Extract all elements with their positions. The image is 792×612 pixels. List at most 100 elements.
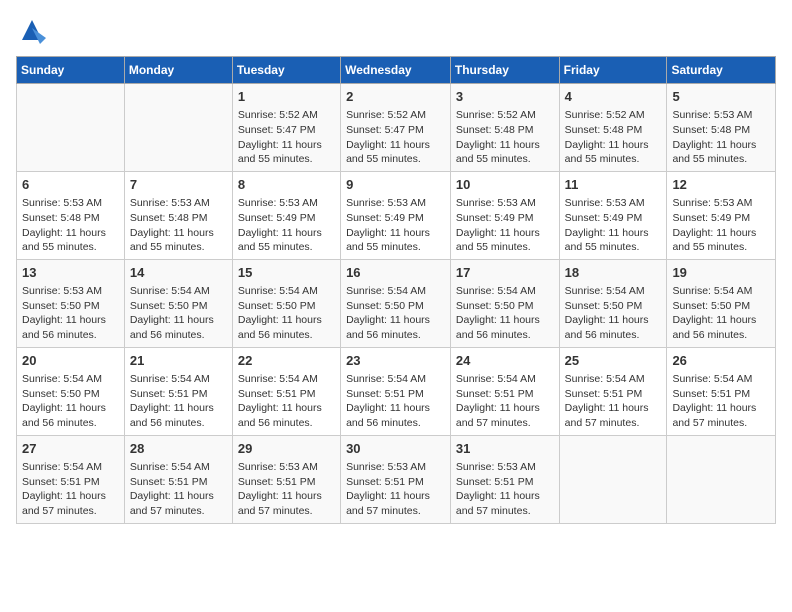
calendar-cell <box>124 84 232 172</box>
day-info: Sunrise: 5:52 AM Sunset: 5:47 PM Dayligh… <box>346 108 445 167</box>
day-number: 7 <box>130 176 227 194</box>
day-number: 13 <box>22 264 119 282</box>
calendar-cell: 22Sunrise: 5:54 AM Sunset: 5:51 PM Dayli… <box>232 347 340 435</box>
calendar-cell: 18 Sunrise: 5:54 AM Sunset: 5:50 PM Dayli… <box>559 259 667 347</box>
day-info: Sunrise: 5:53 AM Sunset: 5:48 PM Dayligh… <box>22 196 119 255</box>
day-info: Sunrise: 5:54 AM Sunset: 5:51 PM Dayligh… <box>130 460 227 519</box>
calendar-cell: 4 Sunrise: 5:52 AM Sunset: 5:48 PM Daylig… <box>559 84 667 172</box>
day-info: Sunrise: 5:52 AM Sunset: 5:48 PM Dayligh… <box>456 108 554 167</box>
calendar-cell: 23 Sunrise: 5:54 AM Sunset: 5:51 PM Dayli… <box>341 347 451 435</box>
weekday-header-tuesday: Tuesday <box>232 57 340 84</box>
day-info: Sunrise: 5:53 AM Sunset: 5:50 PM Dayligh… <box>22 284 119 343</box>
calendar-cell: 20 Sunrise: 5:54 AM Sunset: 5:50 PM Dayli… <box>17 347 125 435</box>
day-number: 20 <box>22 352 119 370</box>
logo <box>16 16 46 44</box>
calendar-cell <box>559 435 667 523</box>
calendar-cell: 28 Sunrise: 5:54 AM Sunset: 5:51 PM Dayli… <box>124 435 232 523</box>
day-info: Sunrise: 5:53 AM Sunset: 5:49 PM Dayligh… <box>672 196 770 255</box>
calendar-cell: 7 Sunrise: 5:53 AM Sunset: 5:48 PM Daylig… <box>124 171 232 259</box>
logo-icon <box>18 16 46 44</box>
day-info: Sunrise: 5:52 AM Sunset: 5:48 PM Dayligh… <box>565 108 662 167</box>
day-number: 18 <box>565 264 662 282</box>
calendar-cell: 19 Sunrise: 5:54 AM Sunset: 5:50 PM Dayli… <box>667 259 776 347</box>
calendar-cell: 15Sunrise: 5:54 AM Sunset: 5:50 PM Dayli… <box>232 259 340 347</box>
day-info: Sunrise: 5:52 AM Sunset: 5:47 PM Dayligh… <box>238 108 335 167</box>
weekday-header-saturday: Saturday <box>667 57 776 84</box>
calendar-week-2: 6 Sunrise: 5:53 AM Sunset: 5:48 PM Daylig… <box>17 171 776 259</box>
weekday-header-sunday: Sunday <box>17 57 125 84</box>
day-number: 25 <box>565 352 662 370</box>
day-number: 11 <box>565 176 662 194</box>
day-info: Sunrise: 5:53 AM Sunset: 5:51 PM Dayligh… <box>346 460 445 519</box>
calendar-cell: 16 Sunrise: 5:54 AM Sunset: 5:50 PM Dayli… <box>341 259 451 347</box>
day-info: Sunrise: 5:54 AM Sunset: 5:50 PM Dayligh… <box>22 372 119 431</box>
day-number: 26 <box>672 352 770 370</box>
day-number: 24 <box>456 352 554 370</box>
calendar-cell: 9 Sunrise: 5:53 AM Sunset: 5:49 PM Daylig… <box>341 171 451 259</box>
day-info: Sunrise: 5:54 AM Sunset: 5:50 PM Dayligh… <box>346 284 445 343</box>
day-number: 10 <box>456 176 554 194</box>
day-info: Sunrise: 5:53 AM Sunset: 5:48 PM Dayligh… <box>672 108 770 167</box>
day-number: 31 <box>456 440 554 458</box>
day-number: 28 <box>130 440 227 458</box>
day-info: Sunrise: 5:53 AM Sunset: 5:51 PM Dayligh… <box>238 460 335 519</box>
day-info: Sunrise: 5:54 AM Sunset: 5:51 PM Dayligh… <box>346 372 445 431</box>
calendar-cell: 3 Sunrise: 5:52 AM Sunset: 5:48 PM Daylig… <box>450 84 559 172</box>
day-number: 3 <box>456 88 554 106</box>
calendar-cell <box>667 435 776 523</box>
day-info: Sunrise: 5:53 AM Sunset: 5:49 PM Dayligh… <box>346 196 445 255</box>
day-info: Sunrise: 5:53 AM Sunset: 5:49 PM Dayligh… <box>238 196 335 255</box>
day-info: Sunrise: 5:54 AM Sunset: 5:51 PM Dayligh… <box>456 372 554 431</box>
calendar-cell: 27 Sunrise: 5:54 AM Sunset: 5:51 PM Dayli… <box>17 435 125 523</box>
calendar-cell: 2 Sunrise: 5:52 AM Sunset: 5:47 PM Daylig… <box>341 84 451 172</box>
calendar-cell <box>17 84 125 172</box>
calendar-cell: 11Sunrise: 5:53 AM Sunset: 5:49 PM Dayli… <box>559 171 667 259</box>
calendar-cell: 5 Sunrise: 5:53 AM Sunset: 5:48 PM Daylig… <box>667 84 776 172</box>
day-number: 16 <box>346 264 445 282</box>
weekday-header-row: SundayMondayTuesdayWednesdayThursdayFrid… <box>17 57 776 84</box>
day-number: 5 <box>672 88 770 106</box>
day-info: Sunrise: 5:54 AM Sunset: 5:50 PM Dayligh… <box>672 284 770 343</box>
day-number: 22 <box>238 352 335 370</box>
calendar-cell: 21Sunrise: 5:54 AM Sunset: 5:51 PM Dayli… <box>124 347 232 435</box>
calendar-week-4: 20 Sunrise: 5:54 AM Sunset: 5:50 PM Dayli… <box>17 347 776 435</box>
day-number: 27 <box>22 440 119 458</box>
day-info: Sunrise: 5:54 AM Sunset: 5:50 PM Dayligh… <box>456 284 554 343</box>
calendar-table: SundayMondayTuesdayWednesdayThursdayFrid… <box>16 56 776 524</box>
calendar-cell: 29Sunrise: 5:53 AM Sunset: 5:51 PM Dayli… <box>232 435 340 523</box>
calendar-cell: 12Sunrise: 5:53 AM Sunset: 5:49 PM Dayli… <box>667 171 776 259</box>
day-info: Sunrise: 5:53 AM Sunset: 5:51 PM Dayligh… <box>456 460 554 519</box>
calendar-cell: 24 Sunrise: 5:54 AM Sunset: 5:51 PM Dayli… <box>450 347 559 435</box>
day-number: 14 <box>130 264 227 282</box>
calendar-cell: 30Sunrise: 5:53 AM Sunset: 5:51 PM Dayli… <box>341 435 451 523</box>
day-info: Sunrise: 5:54 AM Sunset: 5:51 PM Dayligh… <box>22 460 119 519</box>
day-number: 9 <box>346 176 445 194</box>
day-number: 23 <box>346 352 445 370</box>
day-number: 8 <box>238 176 335 194</box>
day-info: Sunrise: 5:53 AM Sunset: 5:48 PM Dayligh… <box>130 196 227 255</box>
calendar-cell: 6 Sunrise: 5:53 AM Sunset: 5:48 PM Daylig… <box>17 171 125 259</box>
calendar-cell: 31 Sunrise: 5:53 AM Sunset: 5:51 PM Dayli… <box>450 435 559 523</box>
day-number: 15 <box>238 264 335 282</box>
day-info: Sunrise: 5:54 AM Sunset: 5:51 PM Dayligh… <box>672 372 770 431</box>
calendar-cell: 17 Sunrise: 5:54 AM Sunset: 5:50 PM Dayli… <box>450 259 559 347</box>
calendar-cell: 13 Sunrise: 5:53 AM Sunset: 5:50 PM Dayli… <box>17 259 125 347</box>
day-number: 4 <box>565 88 662 106</box>
calendar-cell: 1 Sunrise: 5:52 AM Sunset: 5:47 PM Daylig… <box>232 84 340 172</box>
day-number: 19 <box>672 264 770 282</box>
day-number: 6 <box>22 176 119 194</box>
day-number: 1 <box>238 88 335 106</box>
day-info: Sunrise: 5:53 AM Sunset: 5:49 PM Dayligh… <box>456 196 554 255</box>
weekday-header-thursday: Thursday <box>450 57 559 84</box>
page-header <box>16 16 776 44</box>
calendar-cell: 14 Sunrise: 5:54 AM Sunset: 5:50 PM Dayli… <box>124 259 232 347</box>
weekday-header-wednesday: Wednesday <box>341 57 451 84</box>
day-number: 2 <box>346 88 445 106</box>
day-info: Sunrise: 5:54 AM Sunset: 5:50 PM Dayligh… <box>565 284 662 343</box>
weekday-header-friday: Friday <box>559 57 667 84</box>
day-info: Sunrise: 5:54 AM Sunset: 5:50 PM Dayligh… <box>130 284 227 343</box>
calendar-cell: 25Sunrise: 5:54 AM Sunset: 5:51 PM Dayli… <box>559 347 667 435</box>
calendar-cell: 10 Sunrise: 5:53 AM Sunset: 5:49 PM Dayli… <box>450 171 559 259</box>
calendar-cell: 8 Sunrise: 5:53 AM Sunset: 5:49 PM Daylig… <box>232 171 340 259</box>
day-number: 17 <box>456 264 554 282</box>
